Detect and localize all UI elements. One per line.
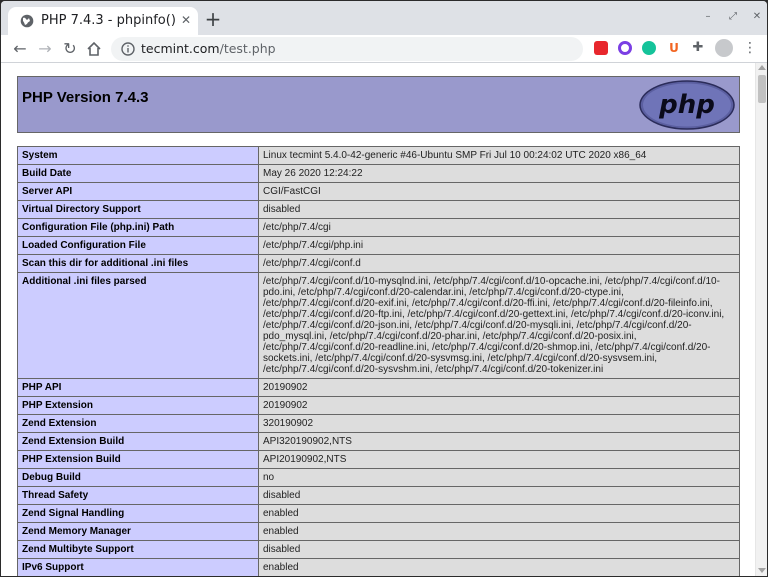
row-value: API20190902,NTS [258, 450, 740, 469]
minimize-icon[interactable]: – [701, 10, 715, 24]
table-row: Server API CGI/FastCGI [17, 182, 740, 201]
maximize-icon[interactable]: ⤢ [726, 10, 740, 24]
flipboard-extension-icon[interactable] [594, 41, 608, 55]
row-value: API320190902,NTS [258, 432, 740, 451]
extensions-puzzle-icon[interactable]: ✚ [691, 41, 705, 55]
scroll-down-icon[interactable] [758, 568, 766, 573]
row-value: 20190902 [258, 378, 740, 397]
row-value: enabled [258, 558, 740, 576]
scrollbar-thumb[interactable] [758, 75, 766, 103]
info-icon[interactable] [121, 42, 135, 56]
table-row: IPv6 Support enabled [17, 558, 740, 576]
table-row: Zend Signal Handling enabled [17, 504, 740, 523]
table-row: Configuration File (php.ini) Path/etc/ph… [17, 218, 740, 237]
table-row: PHP API 20190902 [17, 378, 740, 397]
row-label: Zend Signal Handling [17, 504, 259, 523]
row-label: IPv6 Support [17, 558, 259, 576]
profile-avatar-icon[interactable] [715, 39, 733, 57]
row-label: PHP Extension [17, 396, 259, 415]
grammarly-extension-icon[interactable] [642, 41, 656, 55]
row-value: disabled [258, 540, 740, 559]
row-value: no [258, 468, 740, 487]
color-extension-icon[interactable] [618, 41, 632, 55]
tab-strip: PHP 7.4.3 - phpinfo() ✕ + – ⤢ ✕ [1, 1, 767, 35]
row-label: Build Date [17, 164, 259, 183]
row-value: /etc/php/7.4/cgi/php.ini [258, 236, 740, 255]
row-label: Configuration File (php.ini) Path [17, 218, 259, 237]
php-header: PHP Version 7.4.3 php [17, 76, 740, 133]
table-row: Scan this dir for additional .ini files /… [17, 254, 740, 273]
row-value: 320190902 [258, 414, 740, 433]
forward-arrow-icon[interactable]: → [34, 38, 56, 60]
row-value: /etc/php/7.4/cgi/conf.d/10-mysqlnd.ini, … [258, 272, 740, 379]
row-label: Zend Memory Manager [17, 522, 259, 541]
reload-icon[interactable]: ↻ [59, 38, 81, 60]
row-value: May 26 2020 12:24:22 [258, 164, 740, 183]
window-close-icon[interactable]: ✕ [750, 10, 764, 24]
row-label: System [17, 146, 259, 165]
table-row: Loaded Configuration File/etc/php/7.4/cg… [17, 236, 740, 255]
row-label: Zend Multibyte Support [17, 540, 259, 559]
row-value: /etc/php/7.4/cgi [258, 218, 740, 237]
table-row: PHP Extension 20190902 [17, 396, 740, 415]
row-label: Scan this dir for additional .ini files [17, 254, 259, 273]
row-label: Debug Build [17, 468, 259, 487]
scroll-up-icon[interactable] [758, 65, 766, 70]
menu-kebab-icon[interactable]: ⋮ [743, 41, 757, 55]
globe-icon [20, 14, 34, 28]
url-path: /test.php [219, 41, 276, 56]
table-row: Thread Safety disabled [17, 486, 740, 505]
row-label: Zend Extension Build [17, 432, 259, 451]
row-label: Server API [17, 182, 259, 201]
row-value: /etc/php/7.4/cgi/conf.d [258, 254, 740, 273]
new-tab-button[interactable]: + [203, 9, 223, 29]
table-row: PHP Extension Build API20190902,NTS [17, 450, 740, 469]
row-value: disabled [258, 486, 740, 505]
table-row: Zend Extension Build API320190902,NTS [17, 432, 740, 451]
table-row: Build Date May 26 2020 12:24:22 [17, 164, 740, 183]
row-value: 20190902 [258, 396, 740, 415]
back-arrow-icon[interactable]: ← [9, 38, 31, 60]
table-row: Zend Extension 320190902 [17, 414, 740, 433]
row-label: Thread Safety [17, 486, 259, 505]
table-row: Virtual Directory Support disabled [17, 200, 740, 219]
info-table: System Linux tecmint 5.4.0-42-generic #46… [17, 146, 740, 576]
table-row: Additional .ini files parsed/etc/php/7.4… [17, 272, 740, 379]
tab-title: PHP 7.4.3 - phpinfo() [41, 13, 176, 28]
url-host: tecmint.com [141, 41, 220, 56]
row-value: enabled [258, 522, 740, 541]
browser-tab[interactable]: PHP 7.4.3 - phpinfo() ✕ [8, 7, 198, 35]
page-viewport: PHP Version 7.4.3 php System Linux tecmin… [1, 63, 755, 576]
address-bar[interactable]: tecmint.com/test.php [111, 37, 583, 61]
row-value: enabled [258, 504, 740, 523]
table-row: Zend Memory Manager enabled [17, 522, 740, 541]
url-text: tecmint.com/test.php [141, 41, 276, 56]
row-label: Loaded Configuration File [17, 236, 259, 255]
row-label: Zend Extension [17, 414, 259, 433]
ublock-extension-icon[interactable]: U [667, 41, 681, 55]
vertical-scrollbar[interactable] [755, 63, 767, 576]
row-value: disabled [258, 200, 740, 219]
row-label: PHP Extension Build [17, 450, 259, 469]
table-row: Zend Multibyte Support disabled [17, 540, 740, 559]
page-title: PHP Version 7.4.3 [22, 89, 149, 106]
row-value: Linux tecmint 5.4.0-42-generic #46-Ubunt… [258, 146, 740, 165]
row-label: Virtual Directory Support [17, 200, 259, 219]
php-logo: php [639, 80, 735, 130]
home-icon[interactable] [83, 38, 105, 60]
row-value: CGI/FastCGI [258, 182, 740, 201]
row-label: Additional .ini files parsed [17, 272, 259, 379]
row-label: PHP API [17, 378, 259, 397]
browser-window: PHP 7.4.3 - phpinfo() ✕ + – ⤢ ✕ ← → ↻ te… [1, 1, 767, 576]
php-logo-text: php [658, 90, 715, 120]
browser-toolbar: ← → ↻ tecmint.com/test.php U ✚ ⋮ [1, 35, 767, 63]
table-row: System Linux tecmint 5.4.0-42-generic #46… [17, 146, 740, 165]
close-tab-icon[interactable]: ✕ [178, 12, 194, 28]
table-row: Debug Build no [17, 468, 740, 487]
